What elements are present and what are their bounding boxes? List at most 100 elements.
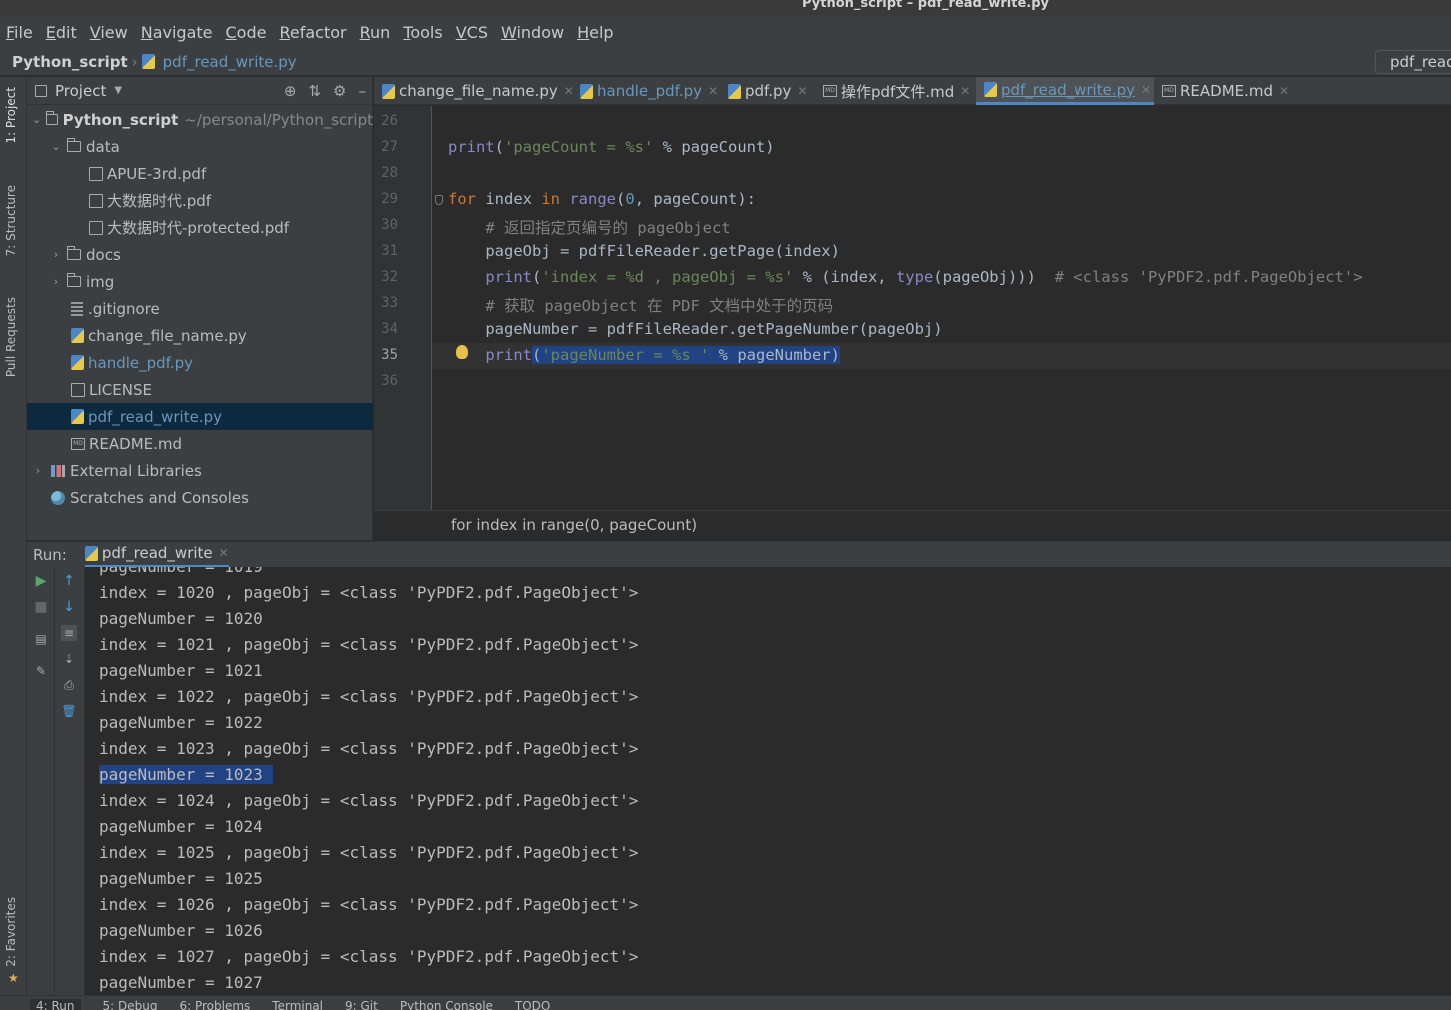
print-icon[interactable]: ⎙ [61,677,77,693]
scratches-icon [51,490,65,505]
tab-run-tool[interactable]: 4: Run [30,999,81,1010]
nav-file[interactable]: pdf_read_write.py [163,53,297,71]
close-icon[interactable]: ✕ [1279,84,1289,98]
close-icon[interactable]: ✕ [797,84,807,98]
run-panel-header: Run: pdf_read_write ✕ [27,541,1451,568]
tab-pdf-read-write[interactable]: pdf_read_write.py ✕ [976,77,1154,105]
tab-git-tool[interactable]: 9: Git [345,999,378,1010]
menu-file[interactable]: File [6,23,33,42]
chevron-down-icon[interactable]: ⌄ [49,140,63,153]
run-console[interactable]: pageNumber = 1019 index = 1020 , pageObj… [85,567,1451,995]
close-icon[interactable]: ✕ [708,84,718,98]
project-header-actions: ⊕ ⇅ ⚙ – [284,82,366,100]
tree-item-label: APUE-3rd.pdf [107,164,207,183]
folder-icon [67,273,81,287]
layout-icon[interactable]: ▤ [33,631,49,647]
chevron-down-icon[interactable]: ▼ [114,85,122,96]
tree-item-readme[interactable]: MD README.md [27,430,373,457]
tab-structure-tool[interactable]: 7: Structure [4,185,18,256]
stop-icon[interactable]: ■ [33,599,49,615]
arrow-down-icon[interactable]: ↓ [61,599,77,615]
console-line: pageNumber = 1025 [99,869,263,888]
chevron-right-icon[interactable]: › [49,248,63,261]
tree-item-scratches[interactable]: Scratches and Consoles [27,484,373,511]
code-line-35: print('pageNumber = %s ' % pageNumber) [485,346,840,364]
rerun-icon[interactable]: ▶ [33,573,49,589]
project-view-selector[interactable]: Project [55,82,106,100]
menu-edit[interactable]: Edit [46,23,77,42]
python-file-icon [71,328,84,343]
tree-root[interactable]: ⌄ Python_script ~/personal/Python_script [27,106,373,133]
tab-pdf-md[interactable]: MD 操作pdf文件.md ✕ [815,77,970,105]
tab-change-file-name[interactable]: change_file_name.py ✕ [374,77,574,105]
tree-item-label: img [86,272,115,291]
tree-item-change-file-name[interactable]: change_file_name.py [27,322,373,349]
tree-item-bigdata-pdf[interactable]: 大数据时代.pdf [27,187,373,214]
root-name: Python_script [62,110,179,129]
tab-handle-pdf[interactable]: handle_pdf.py ✕ [572,77,718,105]
arrow-up-icon[interactable]: ↑ [61,573,77,589]
chevron-right-icon[interactable]: › [49,275,63,288]
tree-item-img[interactable]: › img [27,268,373,295]
menu-refactor[interactable]: Refactor [279,23,346,42]
gear-icon[interactable]: ⚙ [333,82,346,100]
tree-item-external-libraries[interactable]: › External Libraries [27,457,373,484]
code-line-34: pageNumber = pdfFileReader.getPageNumber… [448,320,943,338]
tree-item-apue-pdf[interactable]: APUE-3rd.pdf [27,160,373,187]
left-tool-strip: 1: Project 7: Structure Pull Requests 2:… [0,77,27,995]
nav-project[interactable]: Python_script [12,53,128,71]
tab-pull-requests-tool[interactable]: Pull Requests [4,297,18,377]
run-tab[interactable]: pdf_read_write ✕ [84,542,229,568]
soft-wrap-icon[interactable]: ≡ [61,625,77,641]
tab-problems-tool[interactable]: 6: Problems [179,999,250,1010]
code-line-30: # 返回指定页编号的 pageObject [448,219,731,237]
collapse-all-icon[interactable]: ⇅ [308,82,321,100]
minimize-icon[interactable]: – [359,82,367,100]
tab-favorites-tool[interactable]: 2: Favorites [4,897,18,967]
chevron-down-icon[interactable]: ⌄ [31,113,42,126]
tab-readme[interactable]: MD README.md ✕ [1154,77,1289,105]
close-icon[interactable]: ✕ [960,84,970,98]
close-icon[interactable]: ✕ [219,546,229,560]
tree-item-data[interactable]: ⌄ data [27,133,373,160]
tree-item-bigdata-protected-pdf[interactable]: 大数据时代-protected.pdf [27,214,373,241]
trash-icon[interactable]: 🗑 [61,703,77,719]
tab-project-tool[interactable]: 1: Project [4,87,18,144]
console-line: index = 1021 , pageObj = <class 'PyPDF2.… [99,635,639,654]
markdown-file-icon: MD [823,85,837,97]
tab-python-console-tool[interactable]: Python Console [400,999,493,1010]
tab-debug-tool[interactable]: 5: Debug [103,999,158,1010]
menu-tools[interactable]: Tools [403,23,442,42]
run-label: Run: [33,545,67,564]
intention-bulb-icon[interactable] [456,345,468,359]
code-line-27: print('pageCount = %s' % pageCount) [448,138,775,156]
locate-icon[interactable]: ⊕ [284,82,297,100]
tab-pdf[interactable]: pdf.py ✕ [720,77,807,105]
tab-terminal-tool[interactable]: Terminal [272,999,323,1010]
run-toolbar-primary: ▶ ■ ▤ ✎ [27,567,55,995]
gitignore-file-icon [71,301,83,316]
code-editor[interactable]: print('pageCount = %s' % pageCount) for … [432,106,1451,510]
code-line-31: pageObj = pdfFileReader.getPage(index) [448,242,840,260]
menu-window[interactable]: Window [501,23,564,42]
tree-item-gitignore[interactable]: .gitignore [27,295,373,322]
menu-navigate[interactable]: Navigate [141,23,213,42]
tree-item-license[interactable]: LICENSE [27,376,373,403]
root-path: ~/personal/Python_script [184,110,373,129]
pin-icon[interactable]: ✎ [33,663,49,679]
tree-item-pdf-read-write[interactable]: pdf_read_write.py [27,403,373,430]
tree-item-handle-pdf[interactable]: handle_pdf.py [27,349,373,376]
menu-vcs[interactable]: VCS [456,23,488,42]
menu-code[interactable]: Code [226,23,267,42]
tree-item-docs[interactable]: › docs [27,241,373,268]
menu-help[interactable]: Help [577,23,613,42]
chevron-right-icon[interactable]: › [31,464,45,477]
close-icon[interactable]: ✕ [1141,83,1151,97]
tab-todo-tool[interactable]: TODO [515,999,550,1010]
menu-run[interactable]: Run [360,23,391,42]
scroll-to-end-icon[interactable]: ⇣ [61,651,77,667]
breadcrumb-item[interactable]: for index in range(0, pageCount) [451,516,697,534]
tree-item-label: docs [86,245,121,264]
run-config-selector[interactable]: pdf_read_write [1375,50,1451,74]
menu-view[interactable]: View [90,23,128,42]
